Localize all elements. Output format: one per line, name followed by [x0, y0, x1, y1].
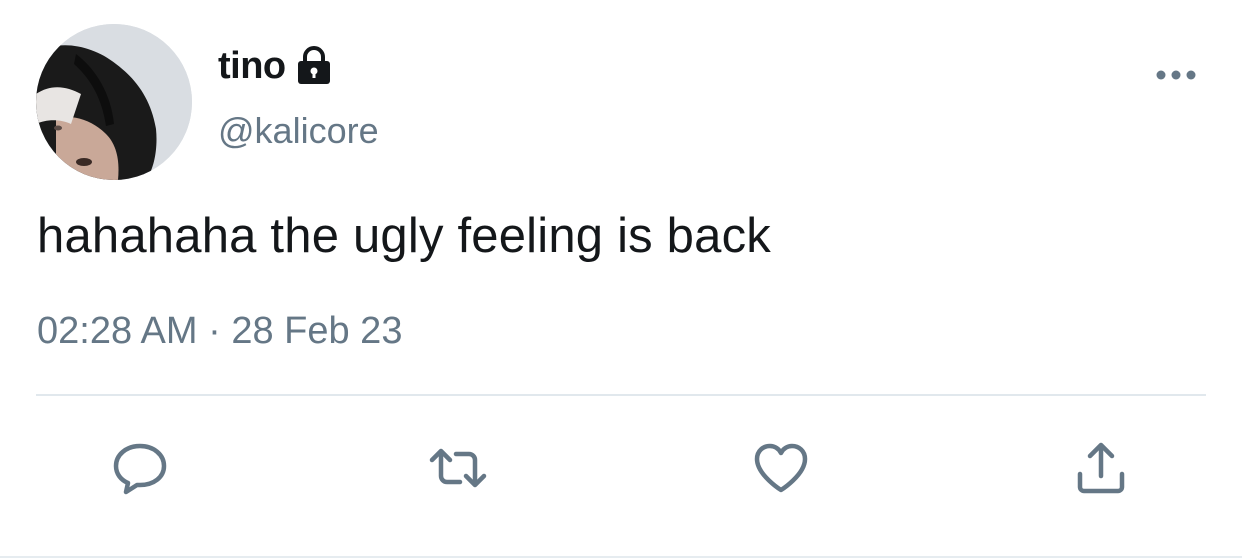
retweet-icon: [429, 448, 487, 488]
more-options-button[interactable]: [1152, 60, 1200, 90]
retweet-button[interactable]: [426, 436, 490, 500]
tweet-timestamp[interactable]: 02:28 AM · 28 Feb 23: [37, 310, 402, 353]
more-options-icon: [1156, 70, 1196, 80]
divider: [36, 394, 1206, 396]
author-name-row[interactable]: tino: [218, 42, 332, 90]
author-display-name[interactable]: tino: [218, 45, 286, 88]
author-handle[interactable]: @kalicore: [218, 110, 379, 152]
reply-button[interactable]: [108, 436, 172, 500]
tweet-text: hahahaha the ugly feeling is back: [37, 209, 771, 263]
heart-icon: [754, 443, 808, 493]
lock-icon: [297, 46, 330, 84]
avatar[interactable]: [36, 24, 192, 180]
share-button[interactable]: [1069, 436, 1133, 500]
like-button[interactable]: [749, 436, 813, 500]
avatar-photo: [36, 24, 192, 180]
reply-icon: [113, 443, 167, 495]
share-icon: [1077, 442, 1125, 494]
